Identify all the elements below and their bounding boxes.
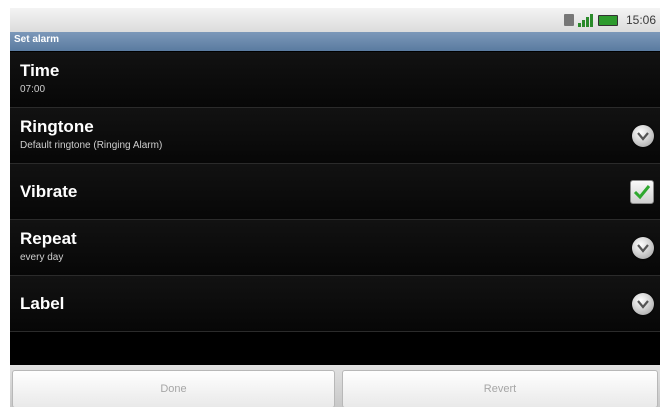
- time-row[interactable]: Time 07:00: [10, 52, 660, 108]
- signal-icon: [577, 13, 594, 27]
- repeat-value: every day: [20, 252, 64, 263]
- ringtone-row[interactable]: Ringtone Default ringtone (Ringing Alarm…: [10, 108, 660, 164]
- screen: 15:06 Set alarm Time 07:00 Ringtone Defa…: [10, 8, 660, 407]
- bottom-action-bar: Done Revert: [10, 365, 660, 407]
- repeat-title: Repeat: [20, 229, 77, 248]
- label-title: Label: [20, 294, 65, 313]
- chevron-down-icon[interactable]: [632, 293, 654, 315]
- repeat-row[interactable]: Repeat every day: [10, 220, 660, 276]
- ringtone-title: Ringtone: [20, 117, 94, 136]
- sd-card-icon: [563, 14, 574, 26]
- ringtone-value: Default ringtone (Ringing Alarm): [20, 140, 163, 151]
- page-title: Set alarm: [14, 34, 60, 45]
- done-button[interactable]: Done: [12, 370, 335, 407]
- settings-list: Time 07:00 Ringtone Default ringtone (Ri…: [10, 52, 660, 332]
- label-row[interactable]: Label: [10, 276, 660, 332]
- chevron-down-icon[interactable]: [632, 125, 654, 147]
- status-bar: 15:06: [10, 8, 660, 32]
- vibrate-checkbox[interactable]: [630, 180, 654, 204]
- status-clock: 15:06: [625, 13, 656, 27]
- vibrate-row[interactable]: Vibrate: [10, 164, 660, 220]
- revert-button[interactable]: Revert: [342, 370, 658, 407]
- vibrate-title: Vibrate: [20, 182, 78, 201]
- chevron-down-icon[interactable]: [632, 237, 654, 259]
- title-bar: Set alarm: [10, 32, 660, 51]
- status-icons: 15:06: [563, 12, 656, 28]
- time-value: 07:00: [20, 84, 46, 95]
- battery-icon: [597, 14, 618, 26]
- time-title: Time: [20, 61, 60, 80]
